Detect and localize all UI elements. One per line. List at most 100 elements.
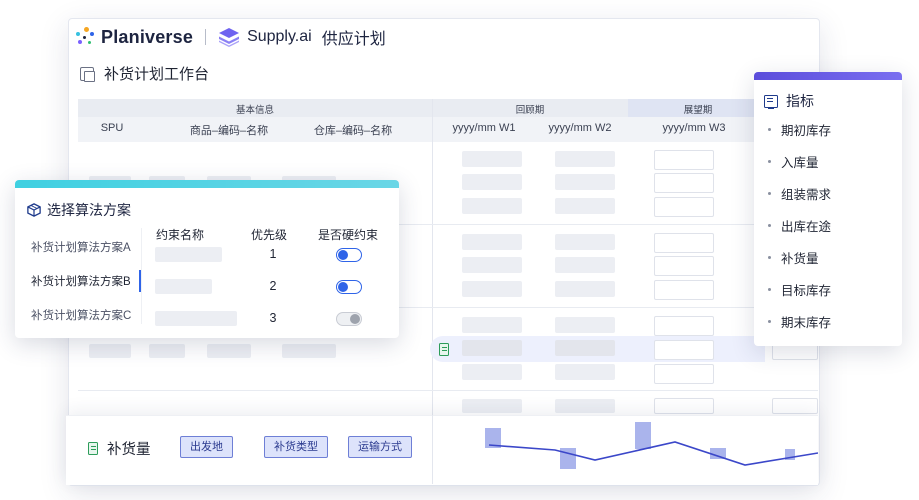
cell-placeholder [555, 399, 615, 413]
hard-constraint-toggle[interactable] [336, 312, 362, 326]
forecast-input[interactable] [654, 364, 714, 384]
scheme-item-a[interactable]: 补货计划算法方案A [31, 239, 131, 255]
supply-logo-icon [219, 28, 240, 47]
cell-placeholder [462, 234, 522, 250]
col-w1[interactable]: yyyy/mm W1 [434, 122, 534, 134]
copy-icon [80, 66, 95, 82]
sheet-icon [439, 343, 449, 356]
cell-placeholder [462, 198, 522, 214]
forecast-input[interactable] [654, 280, 714, 300]
priority-value: 1 [269, 247, 277, 261]
col-constraint-name: 约束名称 [156, 228, 205, 242]
bullet-icon [768, 256, 771, 259]
scheme-item-b[interactable]: 补货计划算法方案B [31, 273, 131, 289]
replenishment-label-text: 补货量 [107, 442, 151, 458]
app-header: Planiverse Supply.ai 供应计划 [76, 26, 386, 48]
indicator-item[interactable]: 补货量 [768, 248, 819, 267]
workspace-title-text: 补货计划工作台 [104, 66, 210, 83]
tag-origin[interactable]: 出发地 [180, 436, 233, 458]
indicator-item[interactable]: 期初库存 [768, 120, 831, 139]
cell-placeholder [462, 174, 522, 190]
indicator-item[interactable]: 组装需求 [768, 184, 831, 203]
cell-placeholder [149, 344, 185, 358]
header-divider [205, 29, 207, 45]
cell-placeholder [555, 340, 615, 356]
indicator-panel-accent [754, 72, 902, 80]
bullet-icon [768, 320, 771, 323]
forecast-input[interactable] [654, 398, 714, 414]
bullet-icon [768, 224, 771, 227]
cell-placeholder [207, 344, 251, 358]
hard-constraint-toggle[interactable] [336, 248, 362, 262]
page-title: 供应计划 [321, 31, 386, 48]
forecast-input[interactable] [772, 398, 818, 414]
row-divider [78, 390, 818, 391]
forecast-input[interactable] [654, 197, 714, 217]
trend-chart [485, 422, 818, 469]
indicator-label: 期初库存 [781, 124, 832, 138]
group-forecast-period: 展望期 [683, 105, 713, 116]
forecast-input[interactable] [654, 340, 714, 360]
forecast-input[interactable] [654, 233, 714, 253]
cell-placeholder [555, 317, 615, 333]
monitor-icon [764, 94, 778, 109]
cell-placeholder [462, 364, 522, 380]
table-group-header: 基本信息 回顾期 展望期 [78, 99, 818, 117]
indicator-label: 期末库存 [781, 316, 832, 330]
indicator-label: 组装需求 [781, 188, 832, 202]
hard-constraint-toggle[interactable] [336, 280, 362, 294]
cell-placeholder [89, 344, 131, 358]
indicator-label: 出库在途 [781, 220, 832, 234]
scheme-item-c[interactable]: 补货计划算法方案C [31, 307, 131, 323]
col-warehouse[interactable]: 仓库–编码–名称 [298, 122, 408, 138]
indicator-panel: 指标 期初库存 入库量 组装需求 出库在途 补货量 目标库存 期末库存 [754, 72, 902, 346]
priority-value: 3 [269, 311, 277, 325]
indicator-label: 补货量 [781, 252, 819, 266]
forecast-input[interactable] [654, 150, 714, 170]
col-w3[interactable]: yyyy/mm W3 [644, 122, 744, 134]
cube-icon [27, 203, 41, 217]
cell-placeholder [555, 174, 615, 190]
col-w2[interactable]: yyyy/mm W2 [530, 122, 630, 134]
indicator-panel-title-text: 指标 [786, 93, 814, 109]
cell-placeholder [555, 151, 615, 167]
indicator-panel-title: 指标 [764, 91, 814, 111]
algorithm-panel-title: 选择算法方案 [27, 200, 131, 220]
sheet-icon [88, 442, 98, 455]
indicator-label: 入库量 [781, 156, 819, 170]
bullet-icon [768, 160, 771, 163]
indicator-item[interactable]: 出库在途 [768, 216, 831, 235]
cell-placeholder [462, 399, 522, 413]
priority-value: 2 [269, 279, 277, 293]
product-name: Supply.ai [247, 28, 312, 45]
algorithm-panel-divider [141, 228, 142, 324]
col-spu[interactable]: SPU [78, 122, 146, 134]
chart-bar [635, 422, 651, 449]
constraint-name-placeholder [155, 279, 212, 294]
cell-placeholder [462, 151, 522, 167]
cell-placeholder [462, 281, 522, 297]
bullet-icon [768, 128, 771, 131]
cell-placeholder [555, 198, 615, 214]
forecast-input[interactable] [654, 173, 714, 193]
cell-placeholder [555, 234, 615, 250]
tag-transport-mode[interactable]: 运输方式 [348, 436, 412, 458]
forecast-input[interactable] [654, 256, 714, 276]
bullet-icon [768, 192, 771, 195]
group-basic-info: 基本信息 [235, 105, 274, 116]
brand-name: Planiverse [101, 26, 194, 47]
replenishment-label: 补货量 [88, 438, 151, 459]
indicator-item[interactable]: 期末库存 [768, 312, 831, 331]
forecast-input[interactable] [654, 316, 714, 336]
col-product[interactable]: 商品–编码–名称 [174, 122, 284, 138]
constraint-name-placeholder [155, 311, 237, 326]
tag-replenishment-type[interactable]: 补货类型 [264, 436, 328, 458]
indicator-item[interactable]: 目标库存 [768, 280, 831, 299]
bottom-divider [432, 415, 433, 484]
chart-line [488, 441, 818, 466]
indicator-label: 目标库存 [781, 284, 832, 298]
indicator-item[interactable]: 入库量 [768, 152, 819, 171]
col-priority: 优先级 [251, 228, 288, 242]
cell-placeholder [555, 257, 615, 273]
cell-placeholder [462, 317, 522, 333]
